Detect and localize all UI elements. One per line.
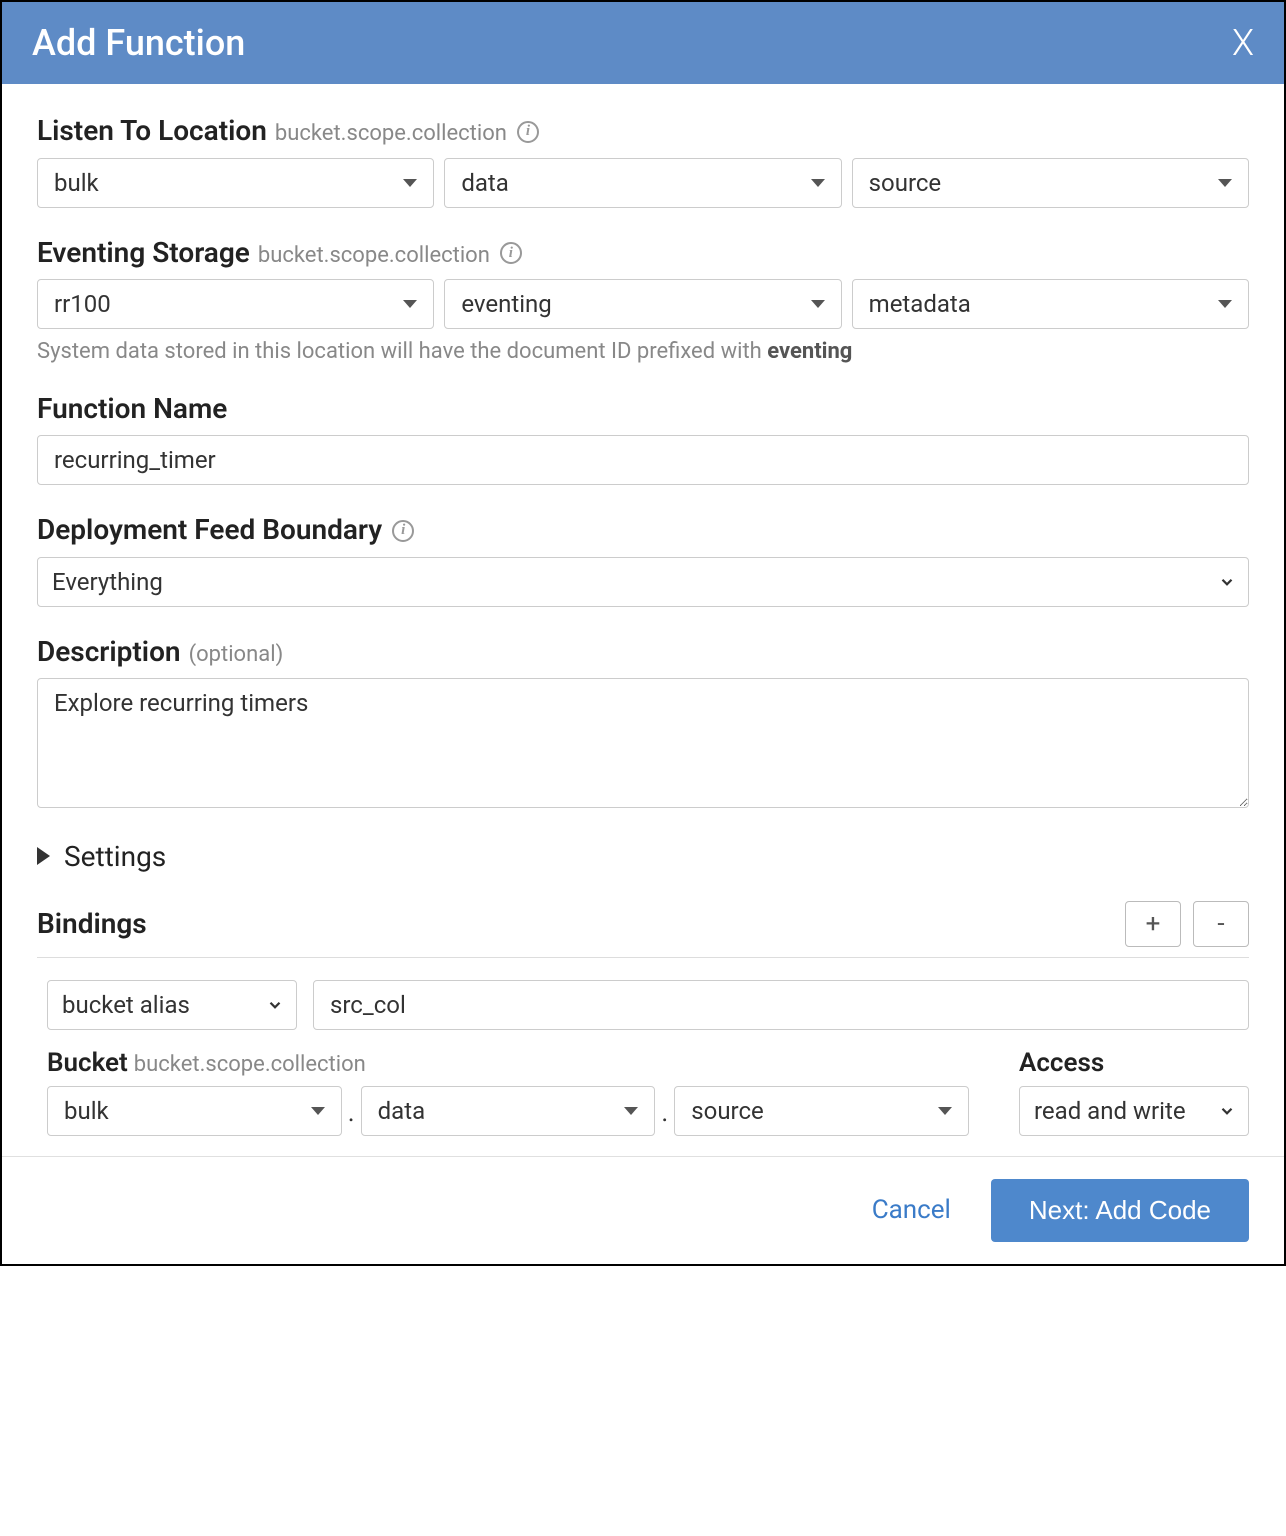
binding-access-col: Access read and write	[1019, 1048, 1249, 1136]
binding-bucket-label-text: Bucket	[47, 1048, 128, 1078]
chevron-down-icon	[811, 179, 825, 187]
binding-scope-value: data	[378, 1097, 426, 1125]
function-name-input[interactable]	[37, 435, 1249, 485]
function-name-label-text: Function Name	[37, 392, 227, 425]
chevron-down-icon	[811, 300, 825, 308]
function-name-label: Function Name	[37, 392, 1249, 425]
bindings-title: Bindings	[37, 907, 147, 940]
info-icon[interactable]: i	[500, 242, 522, 264]
description-label-text: Description	[37, 635, 181, 668]
listen-collection-value: source	[869, 169, 942, 197]
eventing-scope-select[interactable]: eventing	[444, 279, 841, 329]
listen-hint: bucket.scope.collection	[275, 121, 507, 146]
eventing-storage-group: Eventing Storage bucket.scope.collection…	[37, 236, 1249, 365]
binding-alias-input[interactable]	[313, 980, 1249, 1030]
eventing-collection-select[interactable]: metadata	[852, 279, 1249, 329]
bindings-header: Bindings + -	[37, 901, 1249, 958]
feed-boundary-group: Deployment Feed Boundary i Everything	[37, 513, 1249, 607]
next-add-code-button[interactable]: Next: Add Code	[991, 1179, 1249, 1242]
listen-bucket-select[interactable]: bulk	[37, 158, 434, 208]
binding-bucket-col: Bucket bucket.scope.collection bulk . da…	[47, 1048, 969, 1136]
binding-collection-value: source	[691, 1097, 764, 1125]
binding-bucket-value: bulk	[64, 1097, 109, 1125]
eventing-helper-prefix: System data stored in this location will…	[37, 339, 767, 364]
listen-to-location-group: Listen To Location bucket.scope.collecti…	[37, 114, 1249, 208]
listen-bucket-value: bulk	[54, 169, 99, 197]
description-hint: (optional)	[189, 642, 284, 667]
chevron-down-icon	[311, 1107, 325, 1115]
add-binding-button[interactable]: +	[1125, 901, 1181, 947]
binding-type-select[interactable]: bucket alias	[47, 980, 297, 1030]
modal-body: Listen To Location bucket.scope.collecti…	[2, 84, 1284, 1156]
bucket-access-row: Bucket bucket.scope.collection bulk . da…	[37, 1048, 1249, 1136]
binding-access-select[interactable]: read and write	[1019, 1086, 1249, 1136]
chevron-down-icon	[938, 1107, 952, 1115]
description-textarea[interactable]: Explore recurring timers	[37, 678, 1249, 808]
function-name-group: Function Name	[37, 392, 1249, 485]
add-function-modal: Add Function X Listen To Location bucket…	[0, 0, 1286, 1266]
listen-to-location-label: Listen To Location bucket.scope.collecti…	[37, 114, 1249, 148]
binding-access-label-text: Access	[1019, 1048, 1104, 1078]
dot-separator: .	[346, 1098, 357, 1136]
feed-boundary-select[interactable]: Everything	[37, 557, 1249, 607]
description-label: Description (optional)	[37, 635, 1249, 668]
binding-access-label: Access	[1019, 1048, 1249, 1078]
binding-scope-select[interactable]: data	[361, 1086, 656, 1136]
settings-label: Settings	[64, 840, 166, 873]
feed-boundary-label-text: Deployment Feed Boundary	[37, 513, 382, 546]
listen-collection-select[interactable]: source	[852, 158, 1249, 208]
listen-scope-select[interactable]: data	[444, 158, 841, 208]
settings-toggle[interactable]: Settings	[37, 840, 1249, 873]
binding-bucket-hint: bucket.scope.collection	[134, 1052, 366, 1077]
feed-boundary-label: Deployment Feed Boundary i	[37, 513, 1249, 547]
listen-scope-value: data	[461, 169, 509, 197]
cancel-button[interactable]: Cancel	[872, 1195, 951, 1225]
modal-header: Add Function X	[2, 2, 1284, 84]
chevron-down-icon	[403, 179, 417, 187]
eventing-helper-text: System data stored in this location will…	[37, 339, 1249, 364]
binding-collection-select[interactable]: source	[674, 1086, 969, 1136]
eventing-helper-strong: eventing	[767, 339, 852, 364]
eventing-hint: bucket.scope.collection	[258, 243, 490, 268]
eventing-collection-value: metadata	[869, 290, 971, 318]
chevron-down-icon	[403, 300, 417, 308]
chevron-down-icon	[1218, 179, 1232, 187]
binding-bucket-label: Bucket bucket.scope.collection	[47, 1048, 969, 1078]
info-icon[interactable]: i	[517, 121, 539, 143]
chevron-down-icon	[1218, 300, 1232, 308]
eventing-bucket-value: rr100	[54, 290, 111, 318]
eventing-scope-value: eventing	[461, 290, 551, 318]
eventing-bucket-select[interactable]: rr100	[37, 279, 434, 329]
modal-footer: Cancel Next: Add Code	[2, 1156, 1284, 1264]
listen-label-text: Listen To Location	[37, 114, 267, 147]
modal-title: Add Function	[32, 22, 245, 64]
description-group: Description (optional) Explore recurring…	[37, 635, 1249, 812]
close-icon[interactable]: X	[1232, 22, 1254, 64]
binding-row: bucket alias	[37, 980, 1249, 1030]
eventing-storage-label: Eventing Storage bucket.scope.collection…	[37, 236, 1249, 270]
expand-right-icon	[37, 847, 50, 865]
dot-separator: .	[659, 1098, 670, 1136]
eventing-label-text: Eventing Storage	[37, 236, 250, 269]
binding-bucket-select[interactable]: bulk	[47, 1086, 342, 1136]
info-icon[interactable]: i	[392, 520, 414, 542]
remove-binding-button[interactable]: -	[1193, 901, 1249, 947]
chevron-down-icon	[624, 1107, 638, 1115]
